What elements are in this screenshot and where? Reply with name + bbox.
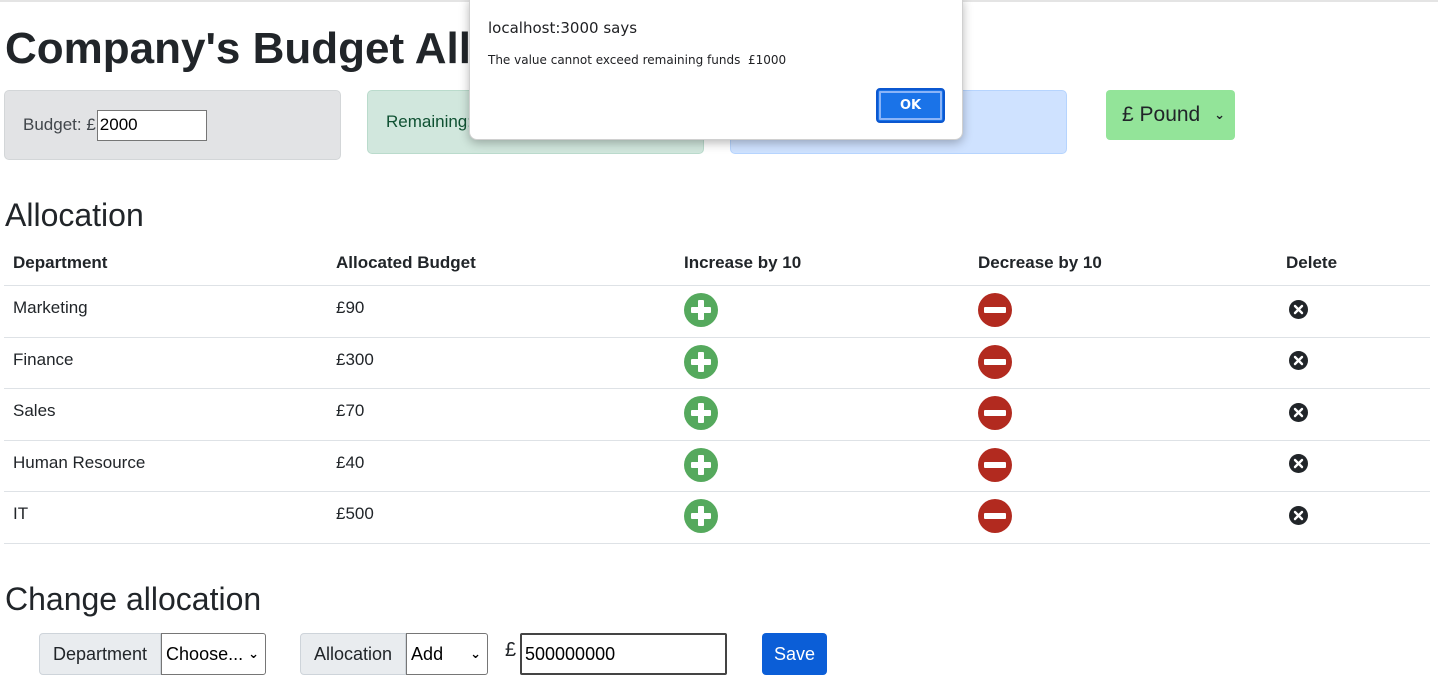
minus-circle-icon[interactable] [978,396,1012,435]
column-header-decrease: Decrease by 10 [978,253,1102,272]
allocation-table: Department Allocated Budget Increase by … [4,241,1430,544]
save-button[interactable]: Save [762,633,827,675]
budget-card: Budget: £ [4,90,341,160]
decrease-cell [978,492,1012,543]
table-header: Department Allocated Budget Increase by … [4,241,1430,286]
currency-symbol: £ [505,639,517,661]
column-header-delete: Delete [1286,253,1338,272]
alert-dialog: localhost:3000 says The value cannot exc… [469,0,963,140]
plus-circle-icon[interactable] [684,499,718,538]
plus-circle-icon[interactable] [684,293,718,332]
x-circle-icon[interactable] [1289,299,1308,324]
decrease-cell [978,338,1012,389]
allocated-budget-cell: £40 [336,452,365,472]
allocation-type-value: Add [411,643,444,664]
department-cell: Finance [13,349,74,369]
minus-circle-icon[interactable] [978,344,1012,384]
currency-value: £ Pound [1122,103,1201,126]
column-header-department: Department [13,253,108,272]
table-row: IT £500 [4,492,1430,544]
allocated-budget-cell: £70 [336,401,365,420]
delete-cell [1286,492,1308,543]
currency-select[interactable]: £ Pound ⌄ [1106,90,1235,140]
allocated-budget-cell: £300 [336,349,374,369]
budget-label: Budget: £ [23,115,96,134]
allocation-input-group: Allocation Add ⌄ [300,633,489,675]
x-circle-icon[interactable] [1289,351,1308,375]
plus-circle-icon[interactable] [684,447,718,487]
allocation-type-select[interactable]: Add ⌄ [406,633,489,675]
table-row: Marketing £90 [4,286,1430,338]
decrease-cell [978,441,1012,492]
department-cell: IT [13,504,29,523]
delete-cell [1286,441,1308,492]
budget-input[interactable] [96,109,207,141]
increase-cell [684,492,718,543]
department-select[interactable]: Choose... ⌄ [161,633,267,675]
change-allocation-title: Change allocation [5,581,262,617]
increase-cell [684,441,718,492]
table-row: Human Resource £40 [4,441,1430,492]
column-header-increase: Increase by 10 [684,253,802,272]
delete-cell [1286,338,1308,389]
chevron-down-icon: ⌄ [248,646,260,661]
minus-circle-icon[interactable] [978,499,1012,538]
department-cell: Sales [13,401,56,420]
decrease-cell [978,389,1012,440]
delete-cell [1286,389,1308,440]
department-label: Department [39,633,162,675]
dialog-title: localhost:3000 says [488,19,638,37]
chevron-down-icon: ⌄ [1214,107,1225,122]
x-circle-icon[interactable] [1289,505,1308,530]
department-cell: Human Resource [13,452,146,472]
allocated-budget-cell: £500 [336,504,374,523]
plus-circle-icon[interactable] [684,344,718,384]
x-circle-icon[interactable] [1289,402,1308,427]
increase-cell [684,338,718,389]
allocated-budget-cell: £90 [336,298,365,317]
table-row: Finance £300 [4,338,1430,389]
allocation-title: Allocation [5,197,144,233]
plus-circle-icon[interactable] [684,396,718,435]
increase-cell [684,389,718,440]
minus-circle-icon[interactable] [978,447,1012,487]
dialog-ok-button[interactable]: OK [876,88,945,123]
chevron-down-icon: ⌄ [470,646,482,661]
decrease-cell [978,286,1012,337]
department-cell: Marketing [13,298,88,317]
increase-cell [684,286,718,337]
department-input-group: Department Choose... ⌄ [39,633,267,675]
x-circle-icon[interactable] [1289,454,1308,478]
minus-circle-icon[interactable] [978,293,1012,332]
delete-cell [1286,286,1308,337]
allocation-label: Allocation [300,633,407,675]
department-select-value: Choose... [166,643,244,664]
dialog-message: The value cannot exceed remaining funds … [488,53,787,67]
amount-input[interactable] [520,633,727,675]
column-header-allocated-budget: Allocated Budget [336,253,476,272]
table-row: Sales £70 [4,389,1430,441]
